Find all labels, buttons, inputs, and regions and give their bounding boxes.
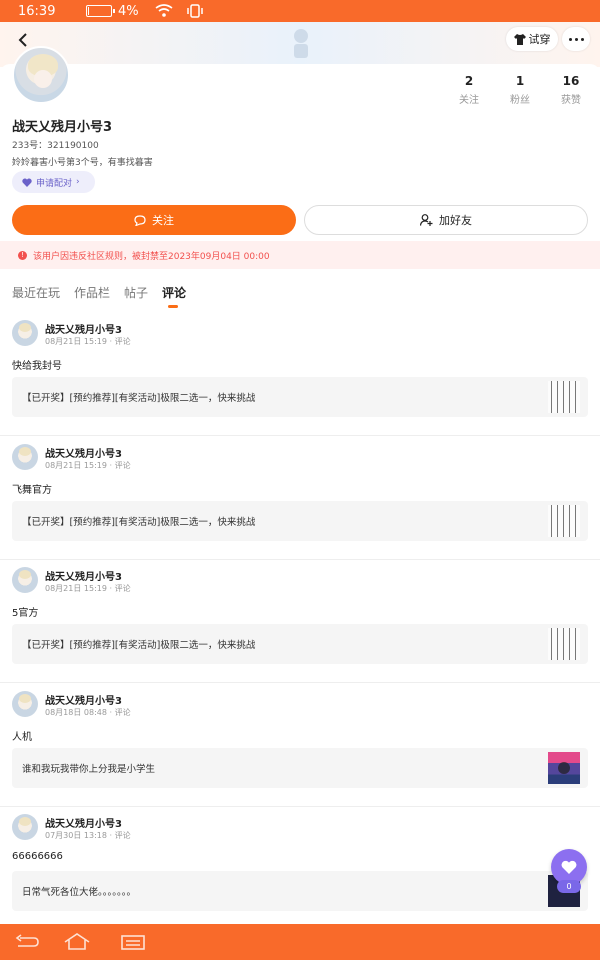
- profile-tabs: 最近在玩 作品栏 帖子 评论: [12, 284, 186, 308]
- post-meta: 08月21日 15:19 · 评论: [45, 584, 131, 593]
- post-meta: 08月21日 15:19 · 评论: [45, 337, 131, 346]
- avatar[interactable]: [12, 567, 38, 593]
- add-user-icon: [420, 214, 433, 226]
- heart-icon: [561, 860, 577, 874]
- comment-text: 飞舞官方: [12, 485, 52, 496]
- quoted-post[interactable]: 【已开奖】[预约推荐][有奖活动]极限二选一，快来挑战: [12, 624, 588, 664]
- profile-uid: 233号：321190100: [12, 141, 99, 151]
- follow-button[interactable]: 关注: [12, 205, 296, 235]
- wifi-icon: [155, 4, 173, 18]
- post-thumbnail: [548, 505, 580, 537]
- quoted-post-title: 【已开奖】[预约推荐][有奖活动]极限二选一，快来挑战: [22, 640, 256, 651]
- quoted-post-title: 日常气死各位大佬。。。。。。。: [22, 887, 137, 898]
- stat-count: 1: [515, 74, 525, 88]
- post-author[interactable]: 战天乂残月小号3: [45, 815, 122, 830]
- apply-pair-button[interactable]: 申请配对 ›: [12, 171, 95, 193]
- chat-heart-icon: [134, 214, 146, 226]
- post-meta: 08月18日 08:48 · 评论: [45, 708, 131, 717]
- shirt-icon: [513, 33, 526, 45]
- chevron-right-icon: ›: [76, 177, 80, 187]
- avatar[interactable]: [12, 46, 70, 104]
- add-friend-button[interactable]: 加好友: [304, 205, 588, 235]
- stat-label: 关注: [459, 95, 479, 106]
- back-nav-icon[interactable]: [12, 932, 42, 952]
- post-author[interactable]: 战天乂残月小号3: [45, 568, 122, 583]
- post-meta: 08月21日 15:19 · 评论: [45, 461, 131, 470]
- avatar[interactable]: [12, 814, 38, 840]
- recent-apps-icon[interactable]: [118, 932, 148, 952]
- tab-works[interactable]: 作品栏: [74, 284, 110, 308]
- list-item[interactable]: 战天乂残月小号3 08月21日 15:19 · 评论 5官方 【已开奖】[预约推…: [0, 559, 600, 683]
- apply-pair-label: 申请配对: [36, 178, 73, 189]
- stat-likes[interactable]: 16 获赞: [551, 74, 591, 106]
- list-item[interactable]: 战天乂残月小号3 08月21日 15:19 · 评论 飞舞官方 【已开奖】[预约…: [0, 436, 600, 560]
- list-item[interactable]: 战天乂残月小号3 08月18日 08:48 · 评论 人机 谁和我玩我带你上分我…: [0, 683, 600, 807]
- profile-bio: 姈姈暮害小号第3个号，有事找暮害: [12, 158, 153, 168]
- stat-label: 获赞: [561, 95, 581, 106]
- list-item[interactable]: 战天乂残月小号3 08月21日 15:19 · 评论 快给我封号 【已开奖】[预…: [0, 312, 600, 436]
- comment-text: 5官方: [12, 608, 39, 619]
- mascot-icon: [286, 26, 316, 62]
- system-nav-bar: [0, 924, 600, 960]
- post-thumbnail: [548, 628, 580, 660]
- tab-posts[interactable]: 帖子: [124, 284, 148, 308]
- fab-badge: 0: [557, 880, 581, 893]
- quoted-post[interactable]: 谁和我玩我带你上分我是小学生: [12, 748, 588, 788]
- quoted-post[interactable]: 日常气死各位大佬。。。。。。。: [12, 871, 588, 911]
- stat-following[interactable]: 2 关注: [449, 74, 489, 106]
- home-nav-icon[interactable]: [62, 932, 92, 952]
- list-item[interactable]: 战天乂残月小号3 07月30日 13:18 · 评论 66666666 日常气死…: [0, 806, 600, 930]
- stat-count: 16: [562, 74, 580, 88]
- post-author[interactable]: 战天乂残月小号3: [45, 321, 122, 336]
- try-on-label: 试穿: [528, 33, 551, 46]
- tab-comments[interactable]: 评论: [162, 284, 186, 308]
- profile-username: 战天乂残月小号3: [12, 120, 113, 135]
- quoted-post-title: 【已开奖】[预约推荐][有奖活动]极限二选一，快来挑战: [22, 517, 256, 528]
- follow-label: 关注: [152, 214, 174, 227]
- more-options-button[interactable]: [562, 27, 590, 51]
- heart-icon: [22, 178, 32, 187]
- comment-text: 66666666: [12, 851, 63, 862]
- vibrate-icon: [185, 4, 205, 18]
- battery-level: [88, 7, 89, 15]
- avatar[interactable]: [12, 691, 38, 717]
- post-thumbnail: [548, 381, 580, 413]
- battery-icon: [86, 5, 115, 17]
- alert-icon: !: [18, 250, 27, 260]
- avatar[interactable]: [12, 320, 38, 346]
- comment-text: 人机: [12, 732, 32, 743]
- stat-fans[interactable]: 1 粉丝: [500, 74, 540, 106]
- ban-notice-text: 该用户因违反社区规则，被封禁至2023年09月04日 00:00: [33, 251, 270, 262]
- post-author[interactable]: 战天乂残月小号3: [45, 692, 122, 707]
- avatar[interactable]: [12, 444, 38, 470]
- try-on-button[interactable]: 试穿: [506, 27, 558, 51]
- post-thumbnail: [548, 752, 580, 784]
- quoted-post-title: 【已开奖】[预约推荐][有奖活动]极限二选一，快来挑战: [22, 393, 256, 404]
- post-author[interactable]: 战天乂残月小号3: [45, 445, 122, 460]
- comment-text: 快给我封号: [12, 361, 62, 372]
- post-meta: 07月30日 13:18 · 评论: [45, 831, 131, 840]
- add-friend-label: 加好友: [439, 214, 472, 227]
- stat-label: 粉丝: [510, 95, 530, 106]
- ban-notice: ! 该用户因违反社区规则，被封禁至2023年09月04日 00:00: [0, 241, 600, 269]
- stat-count: 2: [464, 74, 474, 88]
- battery-percent: 4%: [118, 3, 139, 19]
- chevron-left-icon: [18, 33, 27, 47]
- quoted-post[interactable]: 【已开奖】[预约推荐][有奖活动]极限二选一，快来挑战: [12, 377, 588, 417]
- quoted-post-title: 谁和我玩我带你上分我是小学生: [22, 764, 156, 775]
- status-bar: 16:39 4%: [0, 0, 600, 22]
- status-time: 16:39: [18, 3, 56, 19]
- quoted-post[interactable]: 【已开奖】[预约推荐][有奖活动]极限二选一，快来挑战: [12, 501, 588, 541]
- tab-recent-play[interactable]: 最近在玩: [12, 284, 60, 308]
